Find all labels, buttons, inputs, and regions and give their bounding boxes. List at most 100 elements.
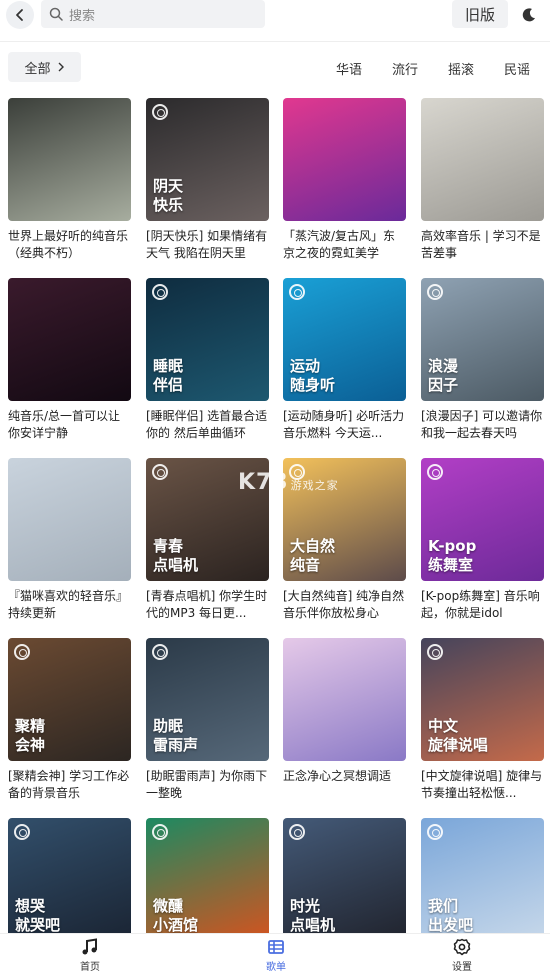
playlist-caption[interactable]: 高效率音乐 | 学习不是苦差事 bbox=[421, 228, 544, 262]
playlist-cover[interactable]: 聚精 会神 bbox=[8, 638, 131, 761]
playlist-card[interactable]: 「蒸汽波/复古风」东京之夜的霓虹美学 bbox=[283, 98, 406, 262]
playlist-caption[interactable]: 『猫咪喜欢的轻音乐』持续更新 bbox=[8, 588, 131, 622]
netease-logo-icon bbox=[152, 824, 168, 840]
playlist-card[interactable]: 浪漫 因子 [浪漫因子] 可以邀请你和我一起去春天吗 bbox=[421, 278, 544, 442]
playlist-cover[interactable] bbox=[283, 98, 406, 221]
genre-tab-rock[interactable]: 摇滚 bbox=[448, 59, 474, 78]
search-input[interactable]: 搜索 bbox=[41, 0, 265, 28]
playlist-cover[interactable]: 助眠 雷雨声 bbox=[146, 638, 269, 761]
playlist-card[interactable]: 运动 随身听 [运动随身听] 必听活力音乐燃料 今天运... bbox=[283, 278, 406, 442]
playlist-cover[interactable]: 浪漫 因子 bbox=[421, 278, 544, 401]
nav-home[interactable]: 首页 bbox=[60, 938, 120, 973]
playlist-card[interactable]: 正念净心之冥想调适 bbox=[283, 638, 406, 802]
playlist-card[interactable]: 高效率音乐 | 学习不是苦差事 bbox=[421, 98, 544, 262]
cover-title: 助眠 雷雨声 bbox=[153, 717, 199, 754]
playlist-caption[interactable]: [中文旋律说唱] 旋律与节奏撞出轻松惬... bbox=[421, 768, 544, 802]
playlist-cover[interactable]: 我们 出发吧 bbox=[421, 818, 544, 941]
playlist-caption[interactable]: [助眠雷雨声] 为你雨下一整晚 bbox=[146, 768, 269, 802]
filter-row: 全部 华语 流行 摇滚 民谣 bbox=[0, 52, 550, 84]
watermark-sub: 游戏之家 bbox=[290, 479, 339, 492]
playlist-card[interactable]: 世界上最好听的纯音乐（经典不朽） bbox=[8, 98, 131, 262]
playlist-cover[interactable] bbox=[8, 458, 131, 581]
playlist-cover[interactable]: 中文 旋律说唱 bbox=[421, 638, 544, 761]
playlist-caption[interactable]: [青春点唱机] 你学生时代的MP3 每日更... bbox=[146, 588, 269, 622]
cover-title: 聚精 会神 bbox=[15, 717, 46, 754]
netease-logo-icon bbox=[427, 824, 443, 840]
cover-title: 浪漫 因子 bbox=[428, 357, 459, 394]
playlist-card[interactable]: 睡眠 伴侣 [睡眠伴侣] 选首最合适你的 然后单曲循环 bbox=[146, 278, 269, 442]
cover-title: 微醺 小酒馆 bbox=[153, 897, 199, 934]
watermark-main: K73 bbox=[238, 470, 289, 495]
cover-title: 中文 旋律说唱 bbox=[428, 717, 489, 754]
netease-logo-icon bbox=[427, 464, 443, 480]
playlist-card[interactable]: 中文 旋律说唱 [中文旋律说唱] 旋律与节奏撞出轻松惬... bbox=[421, 638, 544, 802]
cover-title: 睡眠 伴侣 bbox=[153, 357, 184, 394]
genre-tab-pop[interactable]: 流行 bbox=[392, 59, 418, 78]
playlist-card[interactable]: 阴天 快乐 [阴天快乐] 如果情绪有天气 我陷在阴天里 bbox=[146, 98, 269, 262]
cover-title: 想哭 就哭吧 bbox=[15, 897, 61, 934]
playlist-cover[interactable]: 想哭 就哭吧 bbox=[8, 818, 131, 941]
dark-mode-toggle[interactable] bbox=[516, 3, 542, 27]
nav-playlists[interactable]: 歌单 bbox=[246, 938, 306, 973]
genre-tab-mandarin[interactable]: 华语 bbox=[336, 59, 362, 78]
nav-settings-label: 设置 bbox=[452, 962, 472, 973]
netease-logo-icon bbox=[14, 824, 30, 840]
gear-icon bbox=[453, 938, 471, 956]
playlist-caption[interactable]: 「蒸汽波/复古风」东京之夜的霓虹美学 bbox=[283, 228, 406, 262]
playlist-card[interactable]: 助眠 雷雨声 [助眠雷雨声] 为你雨下一整晚 bbox=[146, 638, 269, 802]
netease-logo-icon bbox=[427, 284, 443, 300]
cover-title: K-pop 练舞室 bbox=[428, 537, 477, 574]
nav-playlists-label: 歌单 bbox=[266, 962, 286, 973]
chevron-left-icon bbox=[16, 9, 23, 21]
playlist-cover[interactable] bbox=[8, 278, 131, 401]
all-categories-button[interactable]: 全部 bbox=[8, 52, 81, 82]
playlist-card[interactable]: 聚精 会神 [聚精会神] 学习工作必备的背景音乐 bbox=[8, 638, 131, 802]
cover-title: 我们 出发吧 bbox=[428, 897, 474, 934]
playlist-caption[interactable]: [运动随身听] 必听活力音乐燃料 今天运... bbox=[283, 408, 406, 442]
cover-title: 时光 点唱机 bbox=[290, 897, 336, 934]
playlist-caption[interactable]: [阴天快乐] 如果情绪有天气 我陷在阴天里 bbox=[146, 228, 269, 262]
netease-logo-icon bbox=[152, 284, 168, 300]
netease-logo-icon bbox=[152, 644, 168, 660]
search-placeholder: 搜索 bbox=[69, 8, 96, 24]
playlist-cover[interactable]: 睡眠 伴侣 bbox=[146, 278, 269, 401]
playlist-cover[interactable]: 时光 点唱机 bbox=[283, 818, 406, 941]
playlist-caption[interactable]: [聚精会神] 学习工作必备的背景音乐 bbox=[8, 768, 131, 802]
playlist-cover[interactable]: 阴天 快乐 bbox=[146, 98, 269, 221]
playlist-caption[interactable]: 世界上最好听的纯音乐（经典不朽） bbox=[8, 228, 131, 262]
genre-tab-folk[interactable]: 民谣 bbox=[504, 59, 530, 78]
watermark-logo: K73 游戏之家 bbox=[238, 470, 339, 495]
old-version-button[interactable]: 旧版 bbox=[452, 0, 508, 28]
playlist-caption[interactable]: [大自然纯音] 纯净自然音乐伴你放松身心 bbox=[283, 588, 406, 622]
chevron-right-icon bbox=[58, 62, 64, 72]
playlist-card[interactable]: 纯音乐/总一首可以让你安详宁静 bbox=[8, 278, 131, 442]
netease-logo-icon bbox=[289, 284, 305, 300]
netease-logo-icon bbox=[14, 644, 30, 660]
playlist-card[interactable]: 『猫咪喜欢的轻音乐』持续更新 bbox=[8, 458, 131, 622]
netease-logo-icon bbox=[152, 464, 168, 480]
cover-title: 青春 点唱机 bbox=[153, 537, 199, 574]
playlist-caption[interactable]: [浪漫因子] 可以邀请你和我一起去春天吗 bbox=[421, 408, 544, 442]
cover-title: 运动 随身听 bbox=[290, 357, 336, 394]
playlist-cover[interactable] bbox=[8, 98, 131, 221]
playlist-caption[interactable]: [睡眠伴侣] 选首最合适你的 然后单曲循环 bbox=[146, 408, 269, 442]
netease-logo-icon bbox=[289, 824, 305, 840]
moon-icon bbox=[522, 8, 535, 22]
playlist-card[interactable]: K-pop 练舞室 [K-pop练舞室] 音乐响起，你就是idol bbox=[421, 458, 544, 622]
playlist-cover[interactable] bbox=[283, 638, 406, 761]
nav-home-label: 首页 bbox=[80, 962, 100, 973]
back-button[interactable] bbox=[6, 1, 34, 29]
playlist-caption[interactable]: [K-pop练舞室] 音乐响起，你就是idol bbox=[421, 588, 544, 622]
playlist-cover[interactable]: K-pop 练舞室 bbox=[421, 458, 544, 581]
playlist-cover[interactable] bbox=[421, 98, 544, 221]
cover-title: 大自然 纯音 bbox=[290, 537, 336, 574]
playlist-cover[interactable]: 运动 随身听 bbox=[283, 278, 406, 401]
playlist-caption[interactable]: 纯音乐/总一首可以让你安详宁静 bbox=[8, 408, 131, 442]
music-note-icon bbox=[82, 938, 97, 955]
nav-settings[interactable]: 设置 bbox=[432, 938, 492, 973]
bottom-navigation: 首页 歌单 设置 bbox=[0, 933, 550, 977]
playlist-icon bbox=[268, 940, 284, 954]
search-icon bbox=[49, 7, 63, 21]
playlist-caption[interactable]: 正念净心之冥想调适 bbox=[283, 768, 406, 802]
playlist-cover[interactable]: 微醺 小酒馆 bbox=[146, 818, 269, 941]
